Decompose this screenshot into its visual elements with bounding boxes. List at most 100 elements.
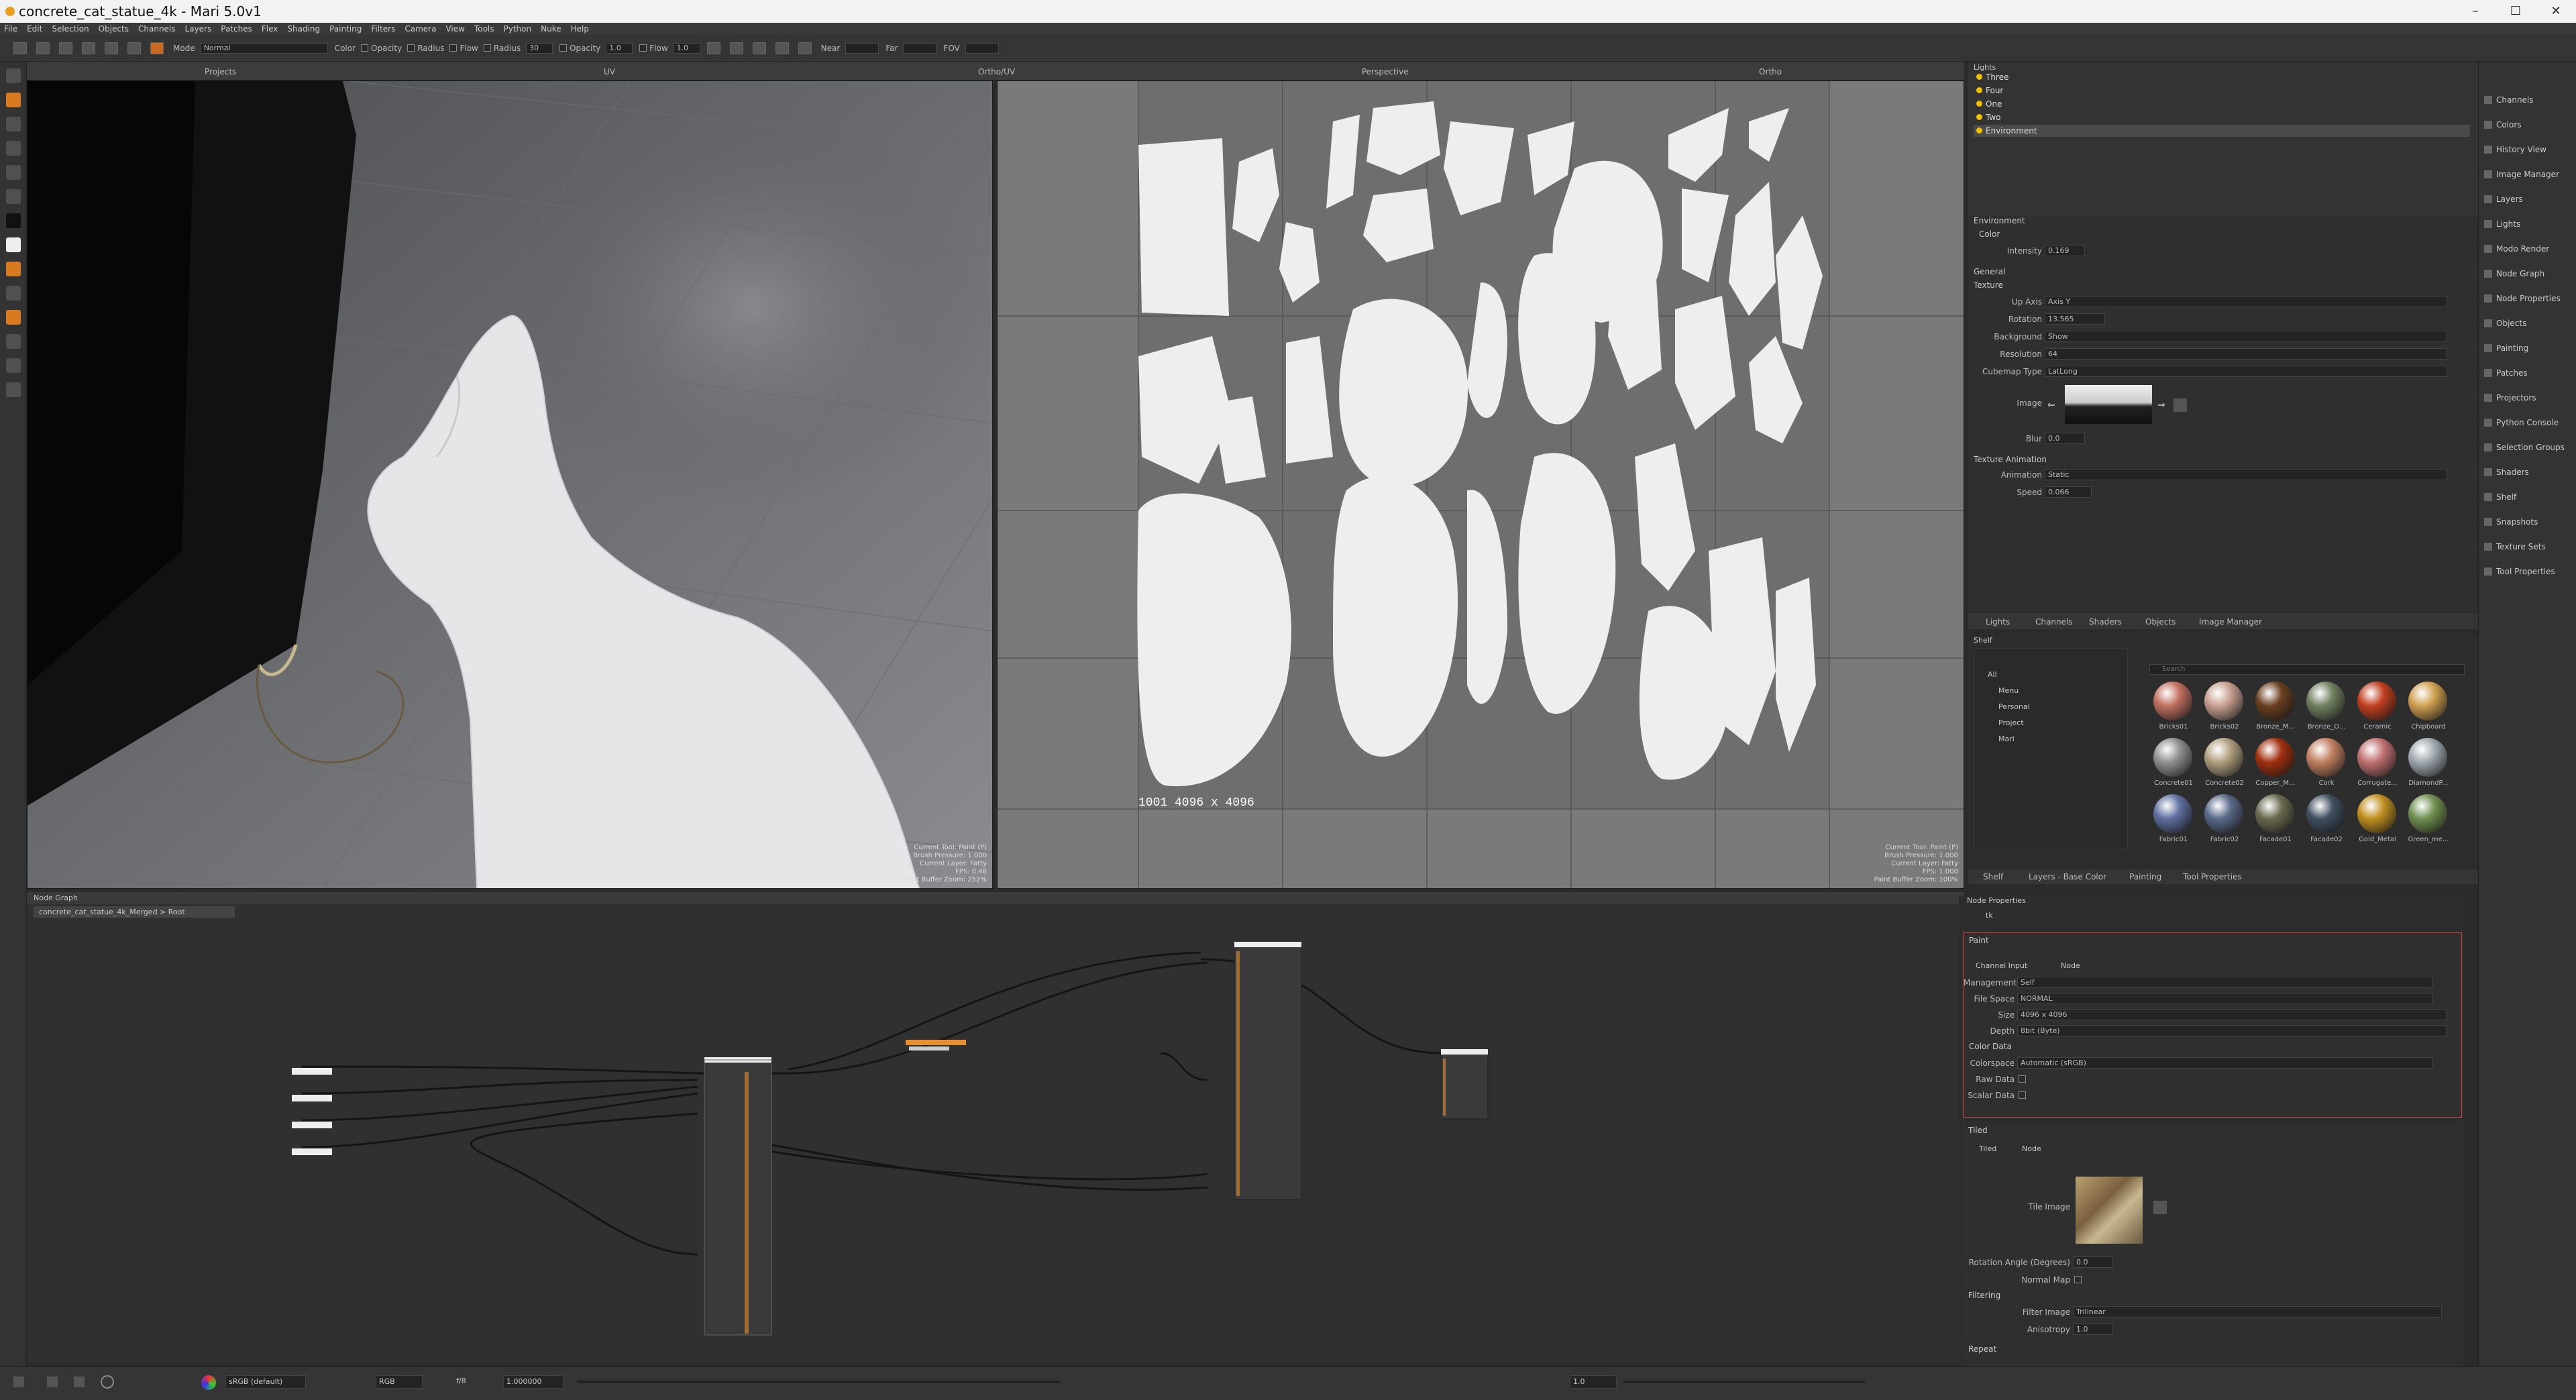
paint-title[interactable]: Paint: [1969, 936, 1989, 945]
rotation-field[interactable]: 13.565: [2045, 313, 2105, 325]
node-filter[interactable]: tk: [1986, 911, 1993, 920]
pen-tool-icon[interactable]: [5, 189, 21, 204]
opacity-checkbox[interactable]: [361, 44, 369, 52]
tab-uv[interactable]: UV: [604, 67, 615, 76]
fill-tool-icon[interactable]: [5, 310, 21, 325]
snap-icon[interactable]: [729, 42, 743, 54]
material-ball[interactable]: [2255, 738, 2294, 777]
environment-image-thumbnail[interactable]: [2065, 385, 2152, 424]
fstop-label[interactable]: f/8: [456, 1377, 466, 1385]
close-button[interactable]: ✕: [2536, 0, 2576, 23]
rotation-angle-field[interactable]: 0.0: [2073, 1256, 2113, 1268]
patch-tool-icon[interactable]: [5, 382, 21, 397]
material-ball[interactable]: [2255, 682, 2294, 720]
viewport-3d[interactable]: Current Tool: Paint (P) Brush Pressure: …: [27, 80, 993, 889]
folder-icon[interactable]: [2174, 398, 2187, 412]
palette-button-tool-properties[interactable]: Tool Properties: [2484, 567, 2555, 576]
channels-select[interactable]: RGB: [376, 1375, 423, 1389]
palette-button-node-graph[interactable]: Node Graph: [2484, 269, 2544, 278]
section-filtering[interactable]: Filtering: [1968, 1291, 2000, 1300]
tab-tool-properties[interactable]: Tool Properties: [2183, 872, 2242, 881]
cubemap-select[interactable]: LatLong: [2045, 366, 2447, 377]
arrow-right-icon[interactable]: ⇒: [2157, 400, 2165, 411]
palette-button-snapshots[interactable]: Snapshots: [2484, 517, 2538, 527]
menu-painting[interactable]: Painting: [329, 24, 362, 34]
background-color-swatch[interactable]: [5, 237, 21, 252]
download-icon[interactable]: [74, 1377, 85, 1387]
palette-button-painting[interactable]: Painting: [2484, 343, 2528, 353]
paint-tool-icon[interactable]: [5, 93, 21, 107]
opacity-field[interactable]: 1.0: [606, 42, 633, 54]
move-icon[interactable]: [47, 1377, 58, 1387]
mode-select[interactable]: Normal: [200, 42, 328, 54]
tiled-title[interactable]: Tiled: [1968, 1126, 1988, 1135]
menu-layers[interactable]: Layers: [185, 24, 212, 34]
tab-channel-input[interactable]: Channel Input: [1976, 961, 2027, 970]
tab-shelf[interactable]: Shelf: [1983, 872, 2003, 881]
save-icon[interactable]: [59, 42, 72, 54]
tab-image-manager[interactable]: Image Manager: [2199, 617, 2262, 627]
material-ball[interactable]: [2357, 682, 2396, 720]
material-ball[interactable]: [2357, 794, 2396, 833]
palette-button-node-properties[interactable]: Node Properties: [2484, 294, 2561, 303]
clone-tool-icon[interactable]: [5, 262, 21, 276]
section-repeat[interactable]: Repeat: [1968, 1344, 1996, 1354]
undo-icon[interactable]: [13, 1377, 24, 1387]
light-two[interactable]: Two: [1974, 111, 2470, 123]
tab-ortho-uv[interactable]: Ortho/UV: [978, 67, 1015, 76]
palette-button-colors[interactable]: Colors: [2484, 120, 2522, 129]
open-file-icon[interactable]: [36, 42, 50, 54]
blur-tool-icon[interactable]: [5, 286, 21, 301]
arrow-left-icon[interactable]: ⇐: [2047, 400, 2055, 411]
menu-flex[interactable]: Flex: [262, 24, 278, 34]
colorspace-select[interactable]: Automatic (sRGB): [2017, 1057, 2433, 1069]
tree-item-project[interactable]: Project: [1998, 718, 2024, 727]
palette-button-shelf[interactable]: Shelf: [2484, 492, 2516, 502]
tree-item-all[interactable]: All: [1988, 670, 1997, 679]
flow-toggle[interactable]: [639, 44, 647, 52]
gamma-field[interactable]: 1.0: [1570, 1375, 1617, 1389]
blur-field[interactable]: 0.0: [2045, 433, 2085, 444]
tab-tiled-node[interactable]: Node: [2022, 1144, 2041, 1153]
node-graph-canvas[interactable]: [27, 919, 1964, 1362]
raw-data-checkbox[interactable]: [2019, 1075, 2026, 1083]
file-space-select[interactable]: NORMAL: [2017, 993, 2433, 1004]
palette-button-shaders[interactable]: Shaders: [2484, 468, 2529, 477]
section-color[interactable]: Color: [1979, 229, 2000, 239]
light-three[interactable]: Three: [1974, 71, 2470, 83]
trash-icon[interactable]: [127, 42, 141, 54]
material-ball[interactable]: [2204, 738, 2243, 777]
layers-icon[interactable]: [775, 42, 789, 54]
color-wheel-icon[interactable]: [201, 1375, 216, 1390]
transform-tool-icon[interactable]: [5, 165, 21, 180]
radius-toggle[interactable]: [483, 44, 491, 52]
animation-select[interactable]: Static: [2045, 469, 2447, 480]
pick-tool-icon[interactable]: [5, 358, 21, 373]
radius-field[interactable]: 30: [526, 42, 553, 54]
palette-button-python-console[interactable]: Python Console: [2484, 418, 2559, 427]
menu-help[interactable]: Help: [571, 24, 589, 34]
grid-tool-icon[interactable]: [5, 141, 21, 156]
material-ball[interactable]: [2204, 794, 2243, 833]
palette-button-lights[interactable]: Lights: [2484, 219, 2520, 229]
tab-lights[interactable]: Lights: [1986, 617, 2010, 627]
material-ball[interactable]: [2153, 682, 2192, 720]
material-ball[interactable]: [2408, 794, 2447, 833]
tab-tiled[interactable]: Tiled: [1979, 1144, 1996, 1153]
tab-projects[interactable]: Projects: [205, 67, 236, 76]
palette-button-modo-render[interactable]: Modo Render: [2484, 244, 2549, 254]
material-ball[interactable]: [2357, 738, 2396, 777]
maximize-button[interactable]: ☐: [2496, 0, 2536, 23]
section-environment[interactable]: Environment: [1974, 216, 2025, 225]
grid-icon[interactable]: [706, 42, 720, 54]
fov-field[interactable]: [965, 42, 999, 54]
select-tool-icon[interactable]: [5, 68, 21, 83]
minimize-button[interactable]: –: [2455, 0, 2496, 23]
palette-button-image-manager[interactable]: Image Manager: [2484, 170, 2559, 179]
camera-icon[interactable]: [752, 42, 766, 54]
menu-objects[interactable]: Objects: [99, 24, 129, 34]
tab-painting[interactable]: Painting: [2129, 872, 2161, 881]
gain-slider[interactable]: [577, 1381, 1060, 1383]
menu-view[interactable]: View: [445, 24, 464, 34]
flow-checkbox[interactable]: [449, 44, 458, 52]
